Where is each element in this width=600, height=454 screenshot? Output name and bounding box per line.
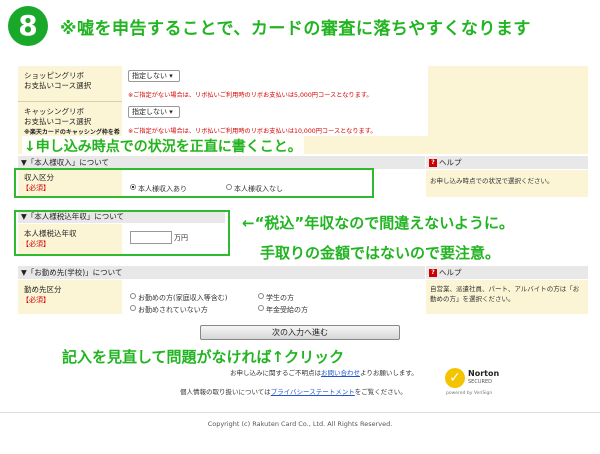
cashing-course-select[interactable]: 指定しない ▾: [128, 106, 180, 118]
radio-icon: [258, 304, 264, 311]
work-section-header: ▼「お勤め先(学校)」について: [18, 266, 425, 279]
shopping-label-2: お支払いコース選択: [24, 81, 92, 90]
shopping-note: ※ご指定がない場合は、リボ払いご利用時のリボお支払いは5,000円コースとなりま…: [128, 92, 373, 99]
inquiry-text: お申し込みに関するご不明点はお問い合わせよりお願いします。: [230, 369, 418, 377]
inquiry-link[interactable]: お問い合わせ: [321, 369, 360, 377]
work-help-text: 自営業、派遣社員、パート、アルバイトの方は「お勤めの方」を選択ください。: [430, 285, 580, 303]
work-option-pension[interactable]: 年金受給の方: [258, 297, 308, 316]
overlay-takehome-note: 手取りの金額ではないので要注意。: [260, 244, 501, 262]
footer-divider: [0, 412, 600, 413]
overlay-click-note: 記入を見直して問題がなければ↑クリック: [62, 348, 345, 366]
privacy-statement-link[interactable]: プライバシーステートメント: [271, 388, 355, 396]
help-icon: ?: [429, 269, 437, 277]
work-type-label: 勤め先区分: [24, 285, 62, 294]
next-step-button[interactable]: 次の入力へ進む: [200, 325, 400, 340]
privacy-text: 個人情報の取り扱いについてはプライバシーステートメントをご覧ください。: [180, 388, 407, 396]
shopping-label-1: ショッピングリボ: [24, 71, 84, 80]
checkmark-icon: ✓: [445, 368, 465, 388]
norton-name: Norton: [468, 369, 500, 378]
copyright: Copyright (c) Rakuten Card Co., Ltd. All…: [207, 420, 393, 428]
annual-income-highlight-box: [14, 210, 230, 256]
norton-secured-badge[interactable]: ✓ Norton SECURED powered by VeriSign: [444, 366, 500, 400]
overlay-honest-note: ↓申し込み時点での状況を正直に書くこと。: [22, 136, 304, 156]
norton-powered: powered by VeriSign: [446, 391, 493, 396]
shopping-course-select[interactable]: 指定しない ▾: [128, 70, 180, 82]
shopping-revo-row: ショッピングリボ お支払いコース選択 指定しない ▾ ※ご指定がない場合は、リボ…: [18, 66, 428, 102]
cashing-label-3: ※楽天カードのキャッシング枠を希: [24, 129, 120, 136]
headline-warning: ※嘘を申告することで、カードの審査に落ちやすくなります: [60, 19, 531, 39]
income-help-text: お申し込み時点での状況で選択ください。: [430, 177, 554, 185]
income-highlight-box: [14, 168, 374, 198]
work-help-header: ? ヘルプ: [426, 266, 588, 279]
cashing-note: ※ご指定がない場合は、リボ払いご利用時のリボお支払いは10,000円コースとなり…: [128, 128, 377, 135]
work-section: ▼「お勤め先(学校)」について ? ヘルプ 勤め先区分 【必須】 お勤めの方(家庭…: [18, 266, 588, 314]
work-required: 【必須】: [22, 296, 50, 304]
radio-icon: [130, 304, 136, 311]
step-number-badge: 8: [8, 6, 48, 46]
income-help-header: ? ヘルプ: [426, 156, 588, 169]
help-icon: ?: [429, 159, 437, 167]
cashing-label-2: お支払いコース選択: [24, 117, 92, 126]
cashing-label-1: キャッシングリボ: [24, 107, 84, 116]
work-option-unemployed[interactable]: お勤めされていない方: [130, 297, 208, 316]
norton-secured: SECURED: [468, 379, 492, 385]
overlay-taxed-note: ←“税込”年収なので間違えないように。: [242, 214, 514, 232]
